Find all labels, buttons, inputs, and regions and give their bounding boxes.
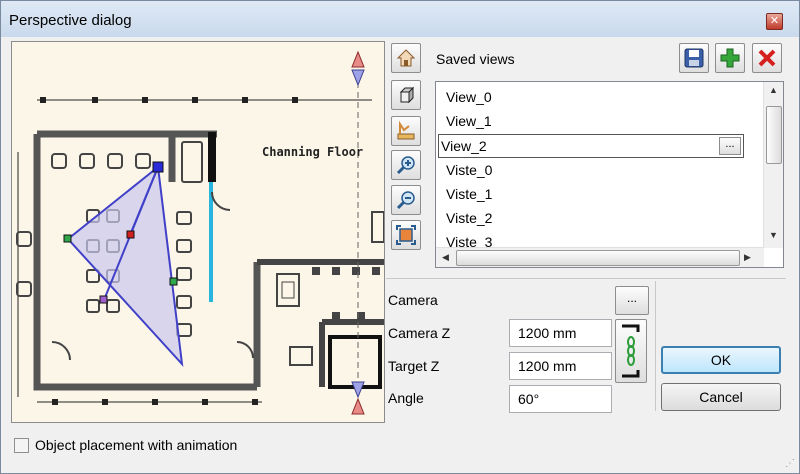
rename-view-button[interactable]: ... xyxy=(719,137,741,155)
floor-plan: Channing Floor xyxy=(16,50,384,415)
perspective-preview[interactable]: Channing Floor xyxy=(11,41,385,423)
delete-view-button[interactable] xyxy=(752,43,782,73)
save-view-button[interactable] xyxy=(679,43,709,73)
home-view-icon xyxy=(396,49,416,67)
floor-label: Channing Floor xyxy=(262,145,363,159)
delete-icon xyxy=(758,49,776,67)
chain-link-icon xyxy=(622,324,640,378)
animation-checkbox[interactable] xyxy=(14,438,29,453)
list-item[interactable]: View_0 xyxy=(446,85,492,109)
close-button[interactable]: ✕ xyxy=(766,13,783,30)
list-item-selected[interactable]: View_2 ... xyxy=(438,134,744,158)
add-view-button[interactable] xyxy=(715,43,745,73)
scroll-down-icon[interactable]: ▼ xyxy=(769,230,778,240)
zoom-extents-icon xyxy=(396,225,416,245)
list-item-label: View_2 xyxy=(441,138,487,154)
scroll-up-icon[interactable]: ▲ xyxy=(769,85,778,95)
cube-view-icon xyxy=(399,86,415,104)
plus-icon xyxy=(720,48,740,68)
list-item[interactable]: Viste_1 xyxy=(446,182,492,206)
divider xyxy=(386,278,786,279)
list-item[interactable]: Viste_2 xyxy=(446,206,492,230)
close-icon: ✕ xyxy=(769,15,780,27)
camera-label: Camera xyxy=(388,292,438,308)
list-item[interactable]: Viste_0 xyxy=(446,158,492,182)
scroll-right-icon[interactable]: ▶ xyxy=(744,252,751,263)
camera-options-button[interactable]: ... xyxy=(615,286,649,315)
camera-z-label: Camera Z xyxy=(388,325,451,341)
saved-views-list[interactable]: View_0 View_1 View_2 ... Viste_0 Viste_1… xyxy=(435,81,784,268)
resize-grip-icon[interactable]: ⋰ xyxy=(785,458,795,469)
camera-z-input[interactable]: 1200 mm xyxy=(509,319,612,347)
cube-view-button[interactable] xyxy=(391,80,421,110)
saved-views-label: Saved views xyxy=(436,51,515,67)
list-item[interactable]: View_1 xyxy=(446,109,492,133)
vertical-scrollbar[interactable]: ▲ ▼ xyxy=(763,82,783,248)
zoom-in-icon xyxy=(396,156,415,175)
target-z-label: Target Z xyxy=(388,358,440,374)
divider xyxy=(655,281,656,411)
zoom-out-icon xyxy=(396,191,415,210)
horizontal-scrollbar[interactable]: ◀ ▶ xyxy=(436,247,764,267)
cancel-button[interactable]: Cancel xyxy=(661,383,781,411)
horizontal-scroll-thumb[interactable] xyxy=(456,250,740,266)
ok-button[interactable]: OK xyxy=(661,346,781,374)
angle-label: Angle xyxy=(388,390,424,406)
zoom-extents-button[interactable] xyxy=(391,220,421,250)
zoom-in-button[interactable] xyxy=(391,150,421,180)
title-bar: Perspective dialog ✕ xyxy=(1,1,799,37)
save-icon xyxy=(684,48,704,68)
zoom-out-button[interactable] xyxy=(391,185,421,215)
target-z-input[interactable]: 1200 mm xyxy=(509,352,612,380)
vertical-scroll-thumb[interactable] xyxy=(766,106,782,164)
animation-label[interactable]: Object placement with animation xyxy=(35,437,237,453)
perspective-dialog: Perspective dialog ✕ Channing Floor Save… xyxy=(0,0,800,474)
angle-input[interactable]: 60° xyxy=(509,385,612,413)
link-z-button[interactable] xyxy=(615,319,647,383)
measure-view-button[interactable] xyxy=(391,116,421,146)
measure-view-icon xyxy=(397,120,415,140)
scroll-left-icon[interactable]: ◀ xyxy=(442,252,449,263)
window-title: Perspective dialog xyxy=(9,12,132,29)
home-view-button[interactable] xyxy=(391,43,421,73)
